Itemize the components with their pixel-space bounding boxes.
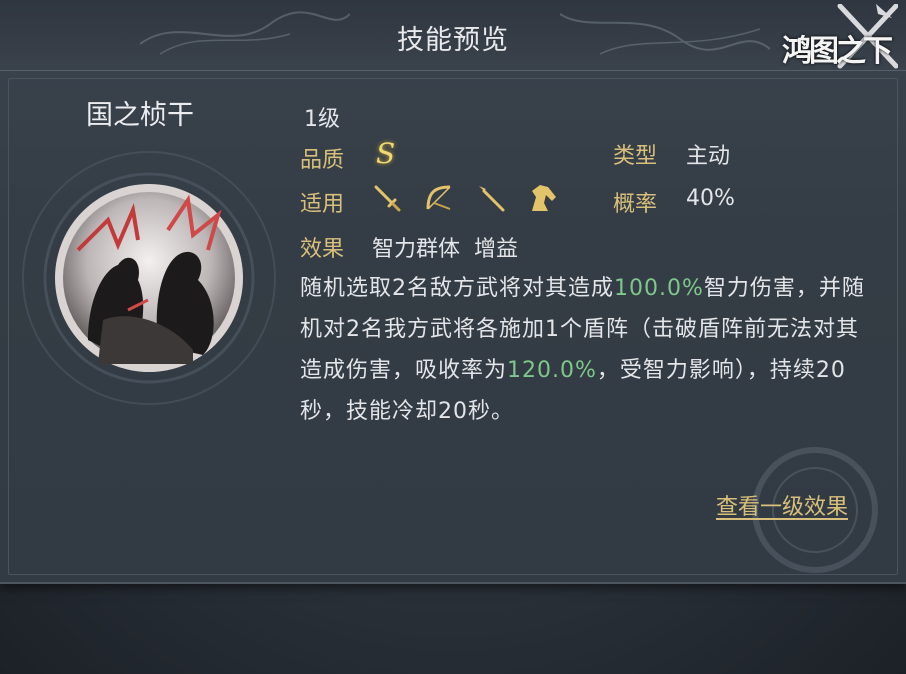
panel-header: 技能预览	[0, 0, 906, 71]
skill-level: 1级	[304, 107, 340, 132]
type-value: 主动	[686, 144, 731, 169]
absorb-ratio: 120.0%	[507, 358, 597, 383]
damage-ratio: 100.0%	[614, 276, 704, 301]
skill-name: 国之桢干	[86, 100, 194, 131]
horse-icon	[532, 185, 556, 211]
page-title: 技能预览	[397, 25, 509, 56]
skill-description: 随机选取2名敌方武将对其造成100.0%智力伤害，并随机对2名我方武将各施加1个…	[300, 268, 870, 432]
description-text: 随机选取2名敌方武将对其造成	[300, 276, 614, 301]
quality-grade: S	[376, 137, 396, 170]
skill-emblem-icon	[22, 151, 276, 405]
applicable-label: 适用	[300, 192, 345, 217]
quality-label: 品质	[300, 148, 345, 173]
rate-value: 40%	[686, 186, 735, 211]
type-label: 类型	[613, 144, 658, 169]
effect-label: 效果	[300, 237, 345, 262]
spear-icon	[479, 186, 505, 212]
rate-label: 概率	[613, 192, 658, 217]
bow-icon	[426, 185, 451, 210]
logo-text: 鸿图之下	[782, 34, 893, 69]
skill-preview-panel: 技能预览 鸿图之下 国之桢干 1级 品质 S 类型 主动 适用 概率 40% 效…	[0, 0, 906, 584]
view-level1-effect-link[interactable]: 查看一级效果	[716, 489, 848, 521]
effect-value: 智力群体 增益	[372, 237, 518, 262]
sword-icon	[374, 185, 401, 212]
